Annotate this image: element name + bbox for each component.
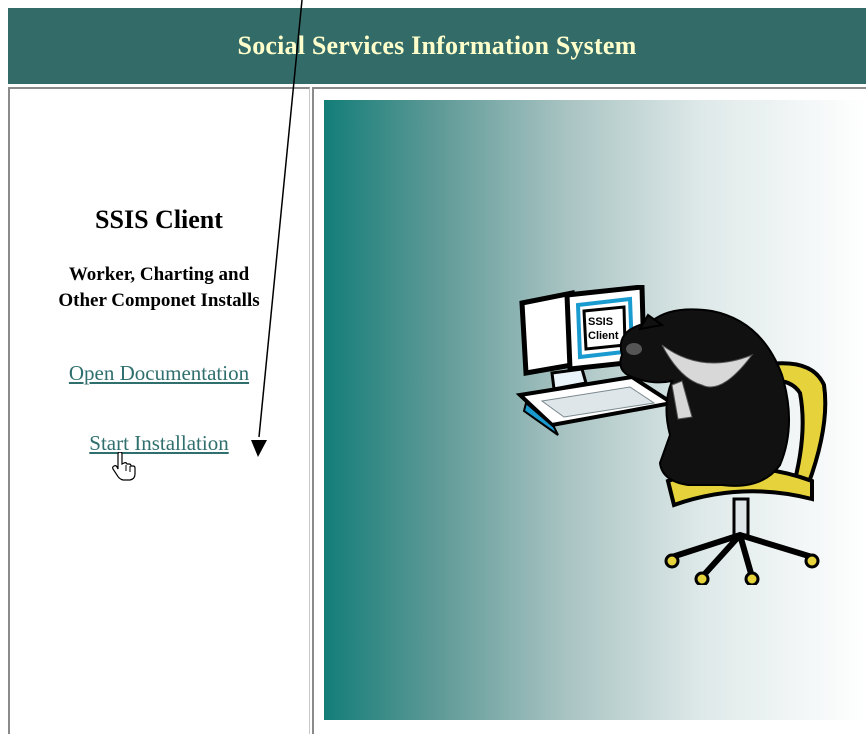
left-frame [8, 87, 310, 734]
panel-title: SSIS Client [95, 205, 223, 234]
subtitle-line-2: Other Componet Installs [58, 290, 260, 311]
hand-pointer-icon [112, 452, 136, 481]
screen-label-line1: SSIS [588, 316, 613, 328]
page-title: Social Services Information System [237, 31, 637, 60]
screen-label-line2: Client [588, 330, 619, 342]
app-header: Social Services Information System [8, 8, 866, 84]
keyboard-icon [515, 374, 678, 436]
subtitle-line-1: Worker, Charting and [68, 264, 250, 285]
start-installation-link[interactable]: Start Installation [8, 431, 310, 456]
bear-at-computer-icon: SSIS Client [515, 285, 828, 585]
open-documentation-link[interactable]: Open Documentation [8, 361, 310, 386]
panel-subtitle: Worker, Charting and Other Componet Inst… [8, 262, 310, 314]
